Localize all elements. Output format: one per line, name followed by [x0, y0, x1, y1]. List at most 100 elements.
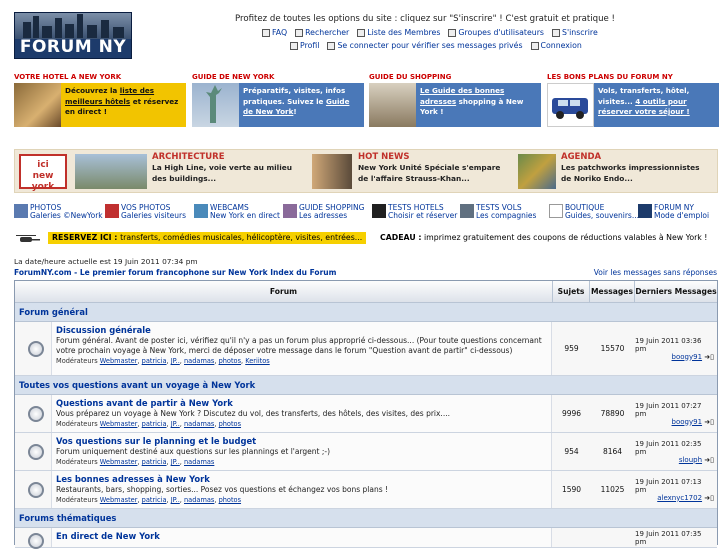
link-photos[interactable]: PHOTOS Galeries ©NewYork [14, 204, 103, 220]
camera-icon [105, 204, 119, 218]
reserve-link[interactable]: RESERVEZ ICI : transferts, comédies musi… [48, 232, 367, 244]
nav-login[interactable]: Connexion [530, 41, 582, 50]
link-flight-tests[interactable]: TESTS VOLS Les compagnies [460, 204, 536, 220]
forum-row: Vos questions sur le planning et le budg… [15, 433, 717, 471]
nav-faq[interactable]: FAQ [262, 28, 287, 37]
link-your-photos[interactable]: VOS PHOTOS Galeries visiteurs [105, 204, 186, 220]
unanswered-link[interactable]: Voir les messages sans réponses [594, 268, 717, 277]
forum-row: Les bonnes adresses à New York Restauran… [15, 471, 717, 509]
category-general[interactable]: Forum général [15, 303, 717, 322]
breadcrumb[interactable]: ForumNY.com - Le premier forum francopho… [14, 268, 336, 277]
goto-post-icon[interactable]: ➜▯ [704, 456, 714, 464]
statue-of-liberty-photo [192, 83, 239, 127]
faq-icon [262, 28, 270, 37]
hot-agenda[interactable]: AGENDA Les patchworks impressionnistes d… [561, 152, 711, 184]
banner-deals[interactable]: Vols, transferts, hôtel, visites... 4 ou… [547, 83, 719, 127]
profile-icon [290, 41, 298, 50]
login-icon [530, 41, 539, 50]
col-forum: Forum [15, 281, 553, 303]
forum-status-icon [28, 406, 44, 422]
section-guide: GUIDE DE NEW YORK [192, 73, 275, 81]
forum-title[interactable]: En direct de New York [56, 531, 547, 541]
nav-search[interactable]: Rechercher [295, 28, 349, 37]
last-post: 19 Juin 2011 02:35 pm slouph ➜▯ [635, 439, 714, 464]
top-nav-2: Profil Se connecter pour vérifier ses me… [290, 41, 582, 50]
hot-news-photo[interactable] [312, 154, 352, 189]
plane-icon [460, 204, 474, 218]
link-shop[interactable]: BOUTIQUE Guides, souvenirs... [549, 204, 639, 220]
moderators: Modérateurs Webmaster, patricia, JP.., n… [56, 420, 242, 428]
agenda-photo[interactable] [518, 154, 556, 189]
last-post: 19 Juin 2011 07:13 pm alexnyc1702 ➜▯ [635, 477, 714, 502]
nav-private-messages[interactable]: Se connecter pour vérifier ses messages … [327, 41, 523, 50]
link-forum-help[interactable]: FORUM NY Mode d'emploi [638, 204, 709, 220]
banner-shopping[interactable]: Le Guide des bonnes adresses shopping à … [369, 83, 541, 127]
photos-icon [14, 204, 28, 218]
link-webcams[interactable]: WEBCAMS New York en direct [194, 204, 280, 220]
goto-post-icon[interactable]: ➜▯ [704, 353, 714, 361]
featured-strip: ici new york ARCHITECTURE La High Line, vo… [14, 149, 718, 193]
forum-status-icon [28, 482, 44, 498]
category-before-trip[interactable]: Toutes vos questions avant un voyage à N… [15, 376, 717, 395]
moderators: Modérateurs Webmaster, patricia, JP.., n… [56, 496, 242, 504]
section-shopping: GUIDE DU SHOPPING [369, 73, 452, 81]
forum-status-icon [28, 341, 44, 357]
forum-title[interactable]: Questions avant de partir à New York [56, 398, 547, 408]
van-icon [552, 98, 588, 119]
webcam-icon [194, 204, 208, 218]
forum-title[interactable]: Discussion générale [56, 325, 547, 335]
site-logo[interactable]: FORUM NY [14, 12, 132, 59]
members-icon [357, 28, 366, 37]
moderators: Modérateurs Webmaster, patricia, JP.., n… [56, 357, 270, 365]
top-nav: FAQ Rechercher Liste des Membres Groupes… [262, 28, 598, 37]
last-post: 19 Juin 2011 07:27 pm boogy91 ➜▯ [635, 401, 714, 426]
nav-profile[interactable]: Profil [290, 41, 319, 50]
link-shopping-guide[interactable]: GUIDE SHOPPING Les adresses [283, 204, 364, 220]
hot-news[interactable]: HOT NEWS New York Unité Spéciale s'empar… [358, 152, 508, 184]
forum-row: Questions avant de partir à New York Vou… [15, 395, 717, 433]
hot-architecture[interactable]: ARCHITECTURE La High Line, voie verte au… [152, 152, 302, 184]
nav-groups[interactable]: Groupes d'utilisateurs [448, 28, 544, 37]
forum-row: Discussion générale Forum général. Avant… [15, 322, 717, 376]
messages-icon [327, 41, 336, 50]
ici-new-york-logo[interactable]: ici new york [19, 154, 67, 192]
search-icon [295, 28, 304, 37]
forum-row: En direct de New York 19 Juin 2011 07:35… [15, 528, 717, 549]
link-hotel-tests[interactable]: TESTS HOTELS Choisir et réserver [372, 204, 457, 220]
nav-register[interactable]: S'inscrire [552, 28, 598, 37]
van-photo [547, 83, 594, 127]
hotel-room-photo [14, 83, 61, 127]
moderators: Modérateurs Webmaster, patricia, JP.., n… [56, 458, 215, 466]
forum-title[interactable]: Les bonnes adresses à New York [56, 474, 547, 484]
groups-icon [448, 28, 457, 37]
current-date: La date/heure actuelle est 19 Juin 2011 … [14, 257, 198, 266]
banner-guide[interactable]: Préparatifs, visites, infos pratiques. S… [192, 83, 364, 127]
goto-post-icon[interactable]: ➜▯ [704, 418, 714, 426]
forum-title[interactable]: Vos questions sur le planning et le budg… [56, 436, 547, 446]
category-thematic[interactable]: Forums thématiques [15, 509, 717, 528]
statue-icon [206, 85, 222, 123]
forum-table: Forum Sujets Messages Derniers Messages … [14, 280, 718, 549]
goto-post-icon[interactable]: ➜▯ [704, 494, 714, 502]
shopping-icon [283, 204, 297, 218]
last-post: 19 Juin 2011 03:36 pm boogy91 ➜▯ [635, 336, 714, 361]
helicopter-icon [16, 234, 42, 245]
signup-promo: Profitez de toutes les options du site :… [234, 14, 616, 24]
ny-icon [638, 204, 652, 218]
section-deals: LES BONS PLANS DU FORUM NY [547, 73, 673, 81]
last-post: 19 Juin 2011 07:35 pm [635, 530, 702, 546]
reserve-strip: RESERVEZ ICI : transferts, comédies musi… [14, 232, 718, 245]
high-line-photo[interactable] [75, 154, 147, 189]
col-posts: Messages [590, 281, 635, 303]
forum-status-icon [28, 533, 44, 549]
col-topics: Sujets [553, 281, 590, 303]
shopping-photo [369, 83, 416, 127]
i-love-ny-icon [549, 204, 563, 218]
banner-hotels[interactable]: Découvrez la liste des meilleurs hôtels … [14, 83, 186, 127]
coupon-link[interactable]: CADEAU : imprimez gratuitement des coupo… [380, 232, 707, 244]
section-hotel: VOTRE HOTEL A NEW YORK [14, 73, 122, 81]
nav-members[interactable]: Liste des Membres [357, 28, 440, 37]
col-last: Derniers Messages [635, 281, 717, 303]
hotel-icon [372, 204, 386, 218]
register-icon [552, 28, 560, 37]
